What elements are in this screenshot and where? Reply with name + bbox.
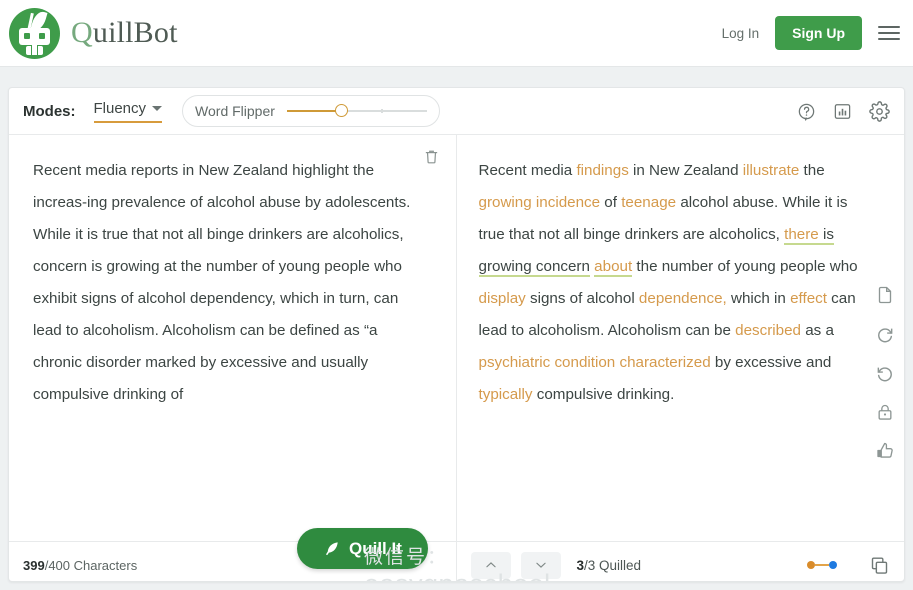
output-segment: by excessive and — [710, 354, 832, 371]
quill-it-button-label: Quill It — [349, 538, 402, 558]
output-segment: signs of alcohol — [525, 290, 639, 307]
quilled-count-current: 3 — [576, 557, 585, 573]
copy-icon[interactable] — [869, 555, 890, 576]
brand-name-rest: uillBot — [92, 16, 178, 49]
output-segment[interactable]: there — [784, 226, 819, 245]
lock-icon[interactable] — [875, 402, 895, 422]
modes-toolbar: Modes: Fluency Word Flipper — [9, 88, 904, 135]
mode-dropdown-value: Fluency — [93, 99, 147, 117]
footer-left: 399/400 Characters Quill It — [9, 528, 457, 581]
output-segment[interactable]: illustrate — [743, 162, 800, 179]
output-side-icons — [866, 285, 904, 461]
legend-dot-orange — [807, 561, 815, 569]
header-actions: Log In Sign Up — [722, 16, 900, 50]
output-segment[interactable]: psychiatric condition characterized — [479, 354, 711, 371]
output-segment[interactable]: teenage — [621, 194, 676, 211]
input-textarea[interactable]: Recent media reports in New Zealand high… — [9, 135, 456, 421]
quillbot-logo-icon — [9, 7, 60, 59]
mode-dropdown[interactable]: Fluency — [93, 99, 163, 123]
previous-paraphrase-button[interactable] — [470, 551, 511, 579]
quilled-count-total: /3 Quilled — [584, 557, 642, 573]
chevron-up-icon — [485, 562, 496, 568]
app-header: QuillBot Log In Sign Up — [0, 0, 913, 67]
chevron-down-icon — [535, 562, 546, 568]
document-page-icon[interactable] — [875, 285, 895, 305]
output-segment[interactable]: effect — [790, 290, 827, 307]
quilled-counter: 3/3 Quilled — [577, 558, 642, 573]
slider-handle[interactable] — [334, 104, 348, 117]
output-segment[interactable]: dependence, — [639, 290, 727, 307]
thumbs-up-icon[interactable] — [875, 441, 895, 461]
character-count-total: /400 Characters — [44, 557, 138, 573]
editor-panes: Recent media reports in New Zealand high… — [9, 135, 905, 581]
chevron-down-icon — [152, 105, 163, 111]
word-flipper-label: Word Flipper — [195, 103, 275, 119]
redo-icon[interactable] — [875, 324, 895, 344]
output-segment: compulsive drinking. — [532, 386, 675, 403]
quill-feather-icon — [326, 541, 338, 555]
help-question-icon[interactable] — [797, 102, 816, 121]
output-text[interactable]: Recent media findings in New Zealand ill… — [457, 135, 905, 421]
slider-fill — [286, 110, 341, 112]
word-flipper-control[interactable]: Word Flipper — [182, 95, 441, 127]
output-segment[interactable]: typically — [479, 386, 533, 403]
footer-right: 3/3 Quilled — [457, 542, 905, 581]
next-paraphrase-button[interactable] — [520, 551, 561, 579]
output-segment: which in — [726, 290, 791, 307]
brand-logo[interactable]: QuillBot — [9, 7, 178, 59]
hamburger-menu-icon[interactable] — [878, 26, 900, 40]
quillbot-paraphraser-page: QuillBot Log In Sign Up Modes: Fluency W… — [0, 0, 913, 590]
brand-name-q: Q — [71, 16, 93, 49]
output-pane[interactable]: Recent media findings in New Zealand ill… — [457, 135, 905, 541]
output-segment[interactable]: described — [735, 322, 801, 339]
paraphraser-card: Modes: Fluency Word Flipper Recent media… — [8, 87, 905, 582]
output-segment: the — [799, 162, 825, 179]
output-segment[interactable]: is — [818, 226, 834, 245]
bar-chart-icon[interactable] — [833, 102, 852, 121]
input-pane[interactable]: Recent media reports in New Zealand high… — [9, 135, 457, 541]
output-segment: the number of young people who — [632, 258, 858, 275]
output-segment[interactable]: findings — [576, 162, 628, 179]
output-segment[interactable]: growing incidence — [479, 194, 601, 211]
editor-footer: 399/400 Characters Quill It 3/3 Quilled — [9, 528, 905, 581]
output-segment: in New Zealand — [628, 162, 743, 179]
trash-icon[interactable] — [423, 147, 440, 166]
output-segment: of — [600, 194, 622, 211]
output-segment[interactable]: about — [594, 258, 633, 277]
output-segment: as a — [801, 322, 834, 339]
character-counter: 399/400 Characters — [23, 558, 137, 573]
quill-it-button[interactable]: Quill It — [297, 528, 428, 569]
modes-label: Modes: — [23, 102, 76, 120]
word-flipper-slider[interactable] — [286, 104, 428, 118]
slider-tick — [380, 109, 383, 113]
output-segment: Recent media — [478, 162, 577, 179]
brand-name: QuillBot — [71, 16, 178, 50]
signup-button[interactable]: Sign Up — [775, 16, 862, 50]
legend-connector — [815, 564, 829, 566]
output-segment[interactable]: growing concern — [478, 258, 590, 277]
toolbar-icons — [797, 100, 890, 122]
character-count-current: 399 — [23, 557, 45, 573]
gear-icon[interactable] — [869, 100, 890, 122]
login-link[interactable]: Log In — [722, 26, 760, 41]
output-segment[interactable]: display — [479, 290, 526, 307]
orange-blue-dots-legend[interactable] — [807, 561, 837, 569]
undo-icon[interactable] — [875, 363, 895, 383]
legend-dot-blue — [829, 561, 837, 569]
